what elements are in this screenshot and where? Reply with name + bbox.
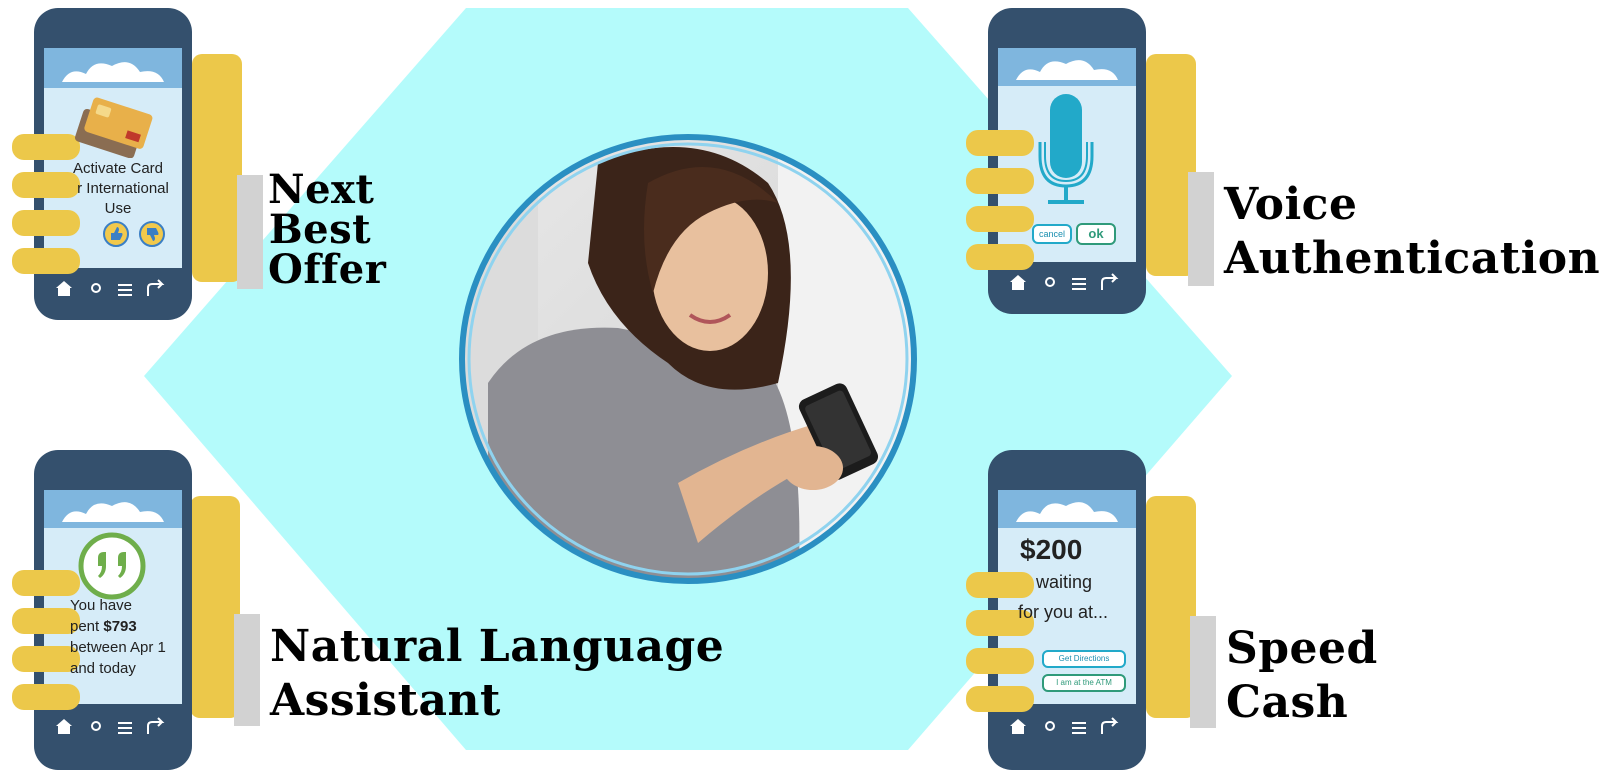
get-directions-button[interactable]: Get Directions <box>1042 650 1126 668</box>
phone-illustration <box>12 450 240 770</box>
assistant-text-line2: pent $793 <box>70 618 180 635</box>
thumbs-down-icon[interactable] <box>138 220 166 248</box>
ok-button[interactable]: ok <box>1076 223 1116 245</box>
phone-voice-authentication: cancel ok <box>966 6 1206 346</box>
label-voice-authentication: Voice Authentication <box>1224 178 1600 285</box>
cash-text-line2: for you at... <box>1018 602 1109 622</box>
assistant-text-line3: between Apr 1 <box>70 639 166 656</box>
phone-natural-language-assistant: You have pent $793 between Apr 1 and tod… <box>12 444 252 784</box>
label-authentication: Authentication <box>1224 232 1601 284</box>
label-voice: Voice <box>1224 179 1358 230</box>
label-natural-language-assistant: Natural Language Assistant <box>270 620 724 727</box>
label-speed-cash: Speed Cash <box>1226 622 1378 729</box>
label-offer: Offer <box>268 246 387 293</box>
label-cash: Cash <box>1226 676 1349 728</box>
label-bar-natural-language <box>234 614 260 726</box>
at-atm-button[interactable]: I am at the ATM <box>1042 674 1126 692</box>
label-next: Next <box>268 166 375 213</box>
microphone-icon[interactable] <box>1036 94 1096 214</box>
offer-text-line1: Activate Card <box>72 160 164 177</box>
label-bar-voice-authentication <box>1188 172 1214 286</box>
label-best: Best <box>268 206 372 253</box>
cash-amount: $200 <box>1020 534 1083 565</box>
cancel-button[interactable]: cancel <box>1032 224 1072 244</box>
spent-amount: $793 <box>103 618 137 635</box>
phone-speed-cash: $200 waiting for you at... Get Direction… <box>966 444 1206 784</box>
cash-text-line1: waiting <box>1036 572 1093 592</box>
credit-card-icon <box>74 97 153 158</box>
label-natural-language: Natural Language <box>270 621 725 672</box>
label-bar-next-best-offer <box>237 175 263 289</box>
offer-text-line2: r International <box>77 180 169 197</box>
label-next-best-offer: Next Best Offer <box>268 166 387 293</box>
thumbs-up-icon[interactable] <box>102 220 130 248</box>
assistant-text-line4: and today <box>70 660 136 677</box>
label-speed: Speed <box>1226 623 1378 674</box>
phone-next-best-offer: Activate Card r International Use <box>12 6 252 346</box>
label-bar-speed-cash <box>1190 616 1216 728</box>
assistant-text-prefix: pent <box>70 618 104 635</box>
assistant-text-line1: You have <box>70 597 133 614</box>
label-assistant: Assistant <box>270 674 501 726</box>
woman-with-phone-photo <box>459 134 917 584</box>
offer-text-line3: Use <box>104 200 132 217</box>
quote-bubble-icon <box>78 532 146 600</box>
